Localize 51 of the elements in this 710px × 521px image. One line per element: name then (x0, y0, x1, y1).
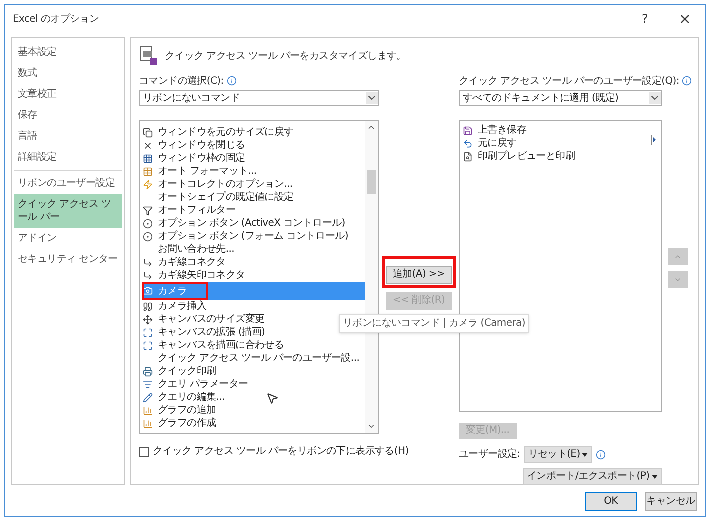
command-item[interactable]: オートコレクトのオプション... (142, 178, 295, 191)
import-export-button[interactable]: インポート/エクスポート(P) (523, 468, 662, 485)
toolbar-item[interactable]: 上書き保存 (462, 124, 661, 137)
command-item[interactable]: キャンバスのサイズ変更 (142, 313, 267, 326)
sidebar-item[interactable]: 言語 (14, 126, 122, 147)
sidebar-item[interactable]: 文章校正 (14, 84, 122, 105)
window-title: Excel のオプション (13, 12, 100, 26)
command-item[interactable]: クエリの編集... (142, 391, 227, 404)
checkbox-label: クイック アクセス ツール バーをリボンの下に表示する(H) (153, 444, 409, 459)
close-button[interactable]: × (665, 5, 705, 33)
command-item[interactable]: クイック印刷 (142, 365, 218, 378)
ok-button[interactable]: OK (585, 492, 637, 510)
command-item[interactable]: ウィンドウ枠の固定 (142, 152, 248, 165)
toolbar-dropdown[interactable]: すべてのドキュメントに適用 (既定) (459, 90, 662, 106)
command-item[interactable]: オートフィルター (142, 204, 238, 217)
command-item[interactable]: クイック アクセス ツール バーのユーザー設... (142, 352, 362, 365)
command-item[interactable]: キャンバスを描画に合わせる (142, 339, 286, 352)
cancel-button[interactable]: キャンセル (645, 492, 697, 510)
command-label: コマンドの選択(C): (139, 74, 224, 88)
sidebar-item[interactable]: リボンのユーザー設定 (14, 173, 122, 194)
sidebar-item[interactable]: クイック アクセス ツール バー (14, 194, 122, 228)
reset-button[interactable]: リセット(E) (524, 446, 592, 463)
command-item[interactable]: カギ線矢印コネクタ (142, 269, 248, 282)
command-item[interactable]: カギ線コネクタ (142, 256, 228, 269)
sidebar-item[interactable]: 数式 (14, 63, 122, 84)
command-item[interactable]: オプション ボタン (ActiveX コントロール) (142, 217, 348, 230)
toolbar-item[interactable]: 印刷プレビューと印刷 (462, 150, 661, 163)
sidebar-item[interactable]: 保存 (14, 105, 122, 126)
command-item[interactable]: クエリ パラメーター (142, 378, 250, 391)
command-item[interactable]: カメラ挿入 (142, 300, 209, 313)
toolbar-label: クイック アクセス ツール バーのユーザー設定(Q): (459, 74, 680, 88)
command-item[interactable]: オート フォーマット... (142, 165, 259, 178)
heading: クイック アクセス ツール バーをカスタマイズします。 (165, 50, 406, 64)
sidebar-item[interactable]: 詳細設定 (14, 147, 122, 168)
command-item[interactable]: キャンバスの拡張 (描画) (142, 326, 268, 339)
sidebar-item[interactable]: 基本設定 (14, 42, 122, 63)
command-item[interactable]: お問い合わせ先... (142, 243, 237, 256)
command-item[interactable]: ウィンドウを元のサイズに戻す (142, 126, 296, 139)
toolbar-item[interactable]: 元に戻す (462, 137, 661, 150)
sidebar-item[interactable]: セキュリティ センター (14, 249, 122, 270)
help-button[interactable]: ? (625, 5, 665, 33)
command-dropdown[interactable]: リボンにないコマンド (139, 90, 379, 106)
add-button[interactable]: 追加(A) >> (386, 266, 452, 284)
command-item[interactable]: オートシェイプの既定値に設定 (142, 191, 296, 204)
tooltip: リボンにないコマンド | カメラ (Camera) (339, 314, 530, 333)
sidebar-item[interactable]: アドイン (14, 228, 122, 249)
command-item[interactable]: ウィンドウを閉じる (142, 139, 248, 152)
customizations-label: ユーザー設定: (459, 448, 520, 462)
command-item[interactable]: オプション ボタン (フォーム コントロール) (142, 230, 350, 243)
command-item[interactable]: グラフの追加 (142, 404, 218, 417)
command-item[interactable]: グラフの作成 (142, 417, 218, 430)
